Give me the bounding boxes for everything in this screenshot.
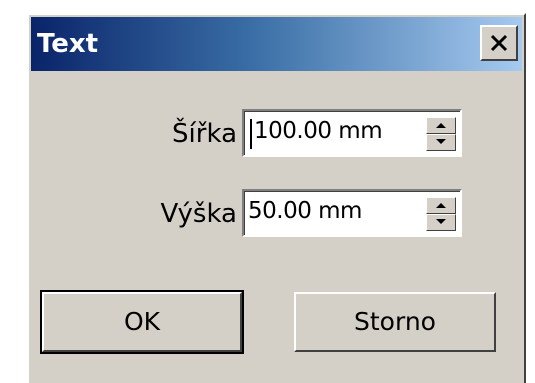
text-dialog: Text Šířka Výška bbox=[27, 13, 526, 383]
height-label: Výška bbox=[160, 199, 237, 229]
cancel-button[interactable]: Storno bbox=[294, 292, 496, 352]
height-field bbox=[242, 189, 462, 237]
width-field bbox=[242, 109, 462, 157]
ok-button[interactable]: OK bbox=[40, 290, 244, 354]
text-caret bbox=[250, 119, 252, 149]
arrow-down-icon bbox=[436, 139, 446, 144]
width-label: Šířka bbox=[172, 119, 237, 149]
height-spin-up-button[interactable] bbox=[426, 197, 456, 214]
close-icon bbox=[490, 34, 508, 52]
width-input[interactable] bbox=[254, 118, 414, 144]
title-bar[interactable]: Text bbox=[31, 17, 522, 71]
height-input[interactable] bbox=[248, 198, 408, 224]
arrow-up-icon bbox=[436, 123, 446, 128]
height-spinner bbox=[426, 197, 456, 231]
arrow-down-icon bbox=[436, 219, 446, 224]
width-spinner bbox=[426, 117, 456, 151]
width-spin-down-button[interactable] bbox=[426, 134, 456, 151]
close-button[interactable] bbox=[480, 25, 518, 61]
window-title: Text bbox=[37, 29, 99, 59]
width-spin-up-button[interactable] bbox=[426, 117, 456, 134]
height-spin-down-button[interactable] bbox=[426, 214, 456, 231]
arrow-up-icon bbox=[436, 203, 446, 208]
